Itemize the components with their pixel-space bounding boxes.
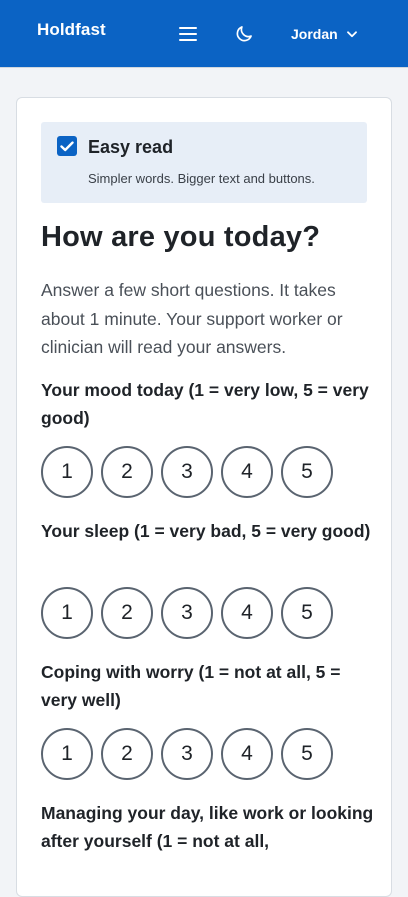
sleep-option-1[interactable]: 1 <box>41 587 93 639</box>
sleep-option-4[interactable]: 4 <box>221 587 273 639</box>
mood-option-3[interactable]: 3 <box>161 446 213 498</box>
easy-read-panel: Easy read Simpler words. Bigger text and… <box>41 122 367 203</box>
menu-button[interactable] <box>176 22 200 46</box>
worry-option-4[interactable]: 4 <box>221 728 273 780</box>
question-mood-label: Your mood today (1 = very low, 5 = very … <box>41 380 369 428</box>
worry-option-1[interactable]: 1 <box>41 728 93 780</box>
mood-option-1[interactable]: 1 <box>41 446 93 498</box>
mood-option-4[interactable]: 4 <box>221 446 273 498</box>
easy-read-checkbox[interactable] <box>57 136 77 156</box>
user-menu-button[interactable]: Jordan <box>291 24 357 44</box>
mood-scale: 1 2 3 4 5 <box>41 446 333 498</box>
question-sleep-label: Your sleep (1 = very bad, 5 = very good) <box>41 521 371 541</box>
worry-option-2[interactable]: 2 <box>101 728 153 780</box>
moon-icon <box>236 26 252 42</box>
sleep-option-3[interactable]: 3 <box>161 587 213 639</box>
user-name: Jordan <box>291 26 338 42</box>
sleep-option-2[interactable]: 2 <box>101 587 153 639</box>
hamburger-menu-icon <box>179 27 197 41</box>
page-title: How are you today? <box>41 221 321 253</box>
question-daily-label: Managing your day, like work or looking … <box>41 803 374 851</box>
easy-read-label[interactable]: Easy read <box>88 137 173 158</box>
worry-scale: 1 2 3 4 5 <box>41 728 333 780</box>
sleep-scale: 1 2 3 4 5 <box>41 587 333 639</box>
checkmark-icon <box>60 140 74 151</box>
mood-option-2[interactable]: 2 <box>101 446 153 498</box>
question-worry-label: Coping with worry (1 = not at all, 5 = v… <box>41 662 341 710</box>
chevron-down-icon <box>346 30 357 38</box>
theme-toggle-button[interactable] <box>232 22 256 46</box>
mood-option-5[interactable]: 5 <box>281 446 333 498</box>
worry-option-3[interactable]: 3 <box>161 728 213 780</box>
check-in-card: Easy read Simpler words. Bigger text and… <box>16 97 392 897</box>
page-intro: Answer a few short questions. It takes a… <box>41 280 343 357</box>
worry-option-5[interactable]: 5 <box>281 728 333 780</box>
sleep-option-5[interactable]: 5 <box>281 587 333 639</box>
easy-read-help: Simpler words. Bigger text and buttons. <box>88 171 315 186</box>
top-bar: Holdfast Jordan <box>0 0 408 68</box>
brand-logo[interactable]: Holdfast <box>37 20 106 40</box>
